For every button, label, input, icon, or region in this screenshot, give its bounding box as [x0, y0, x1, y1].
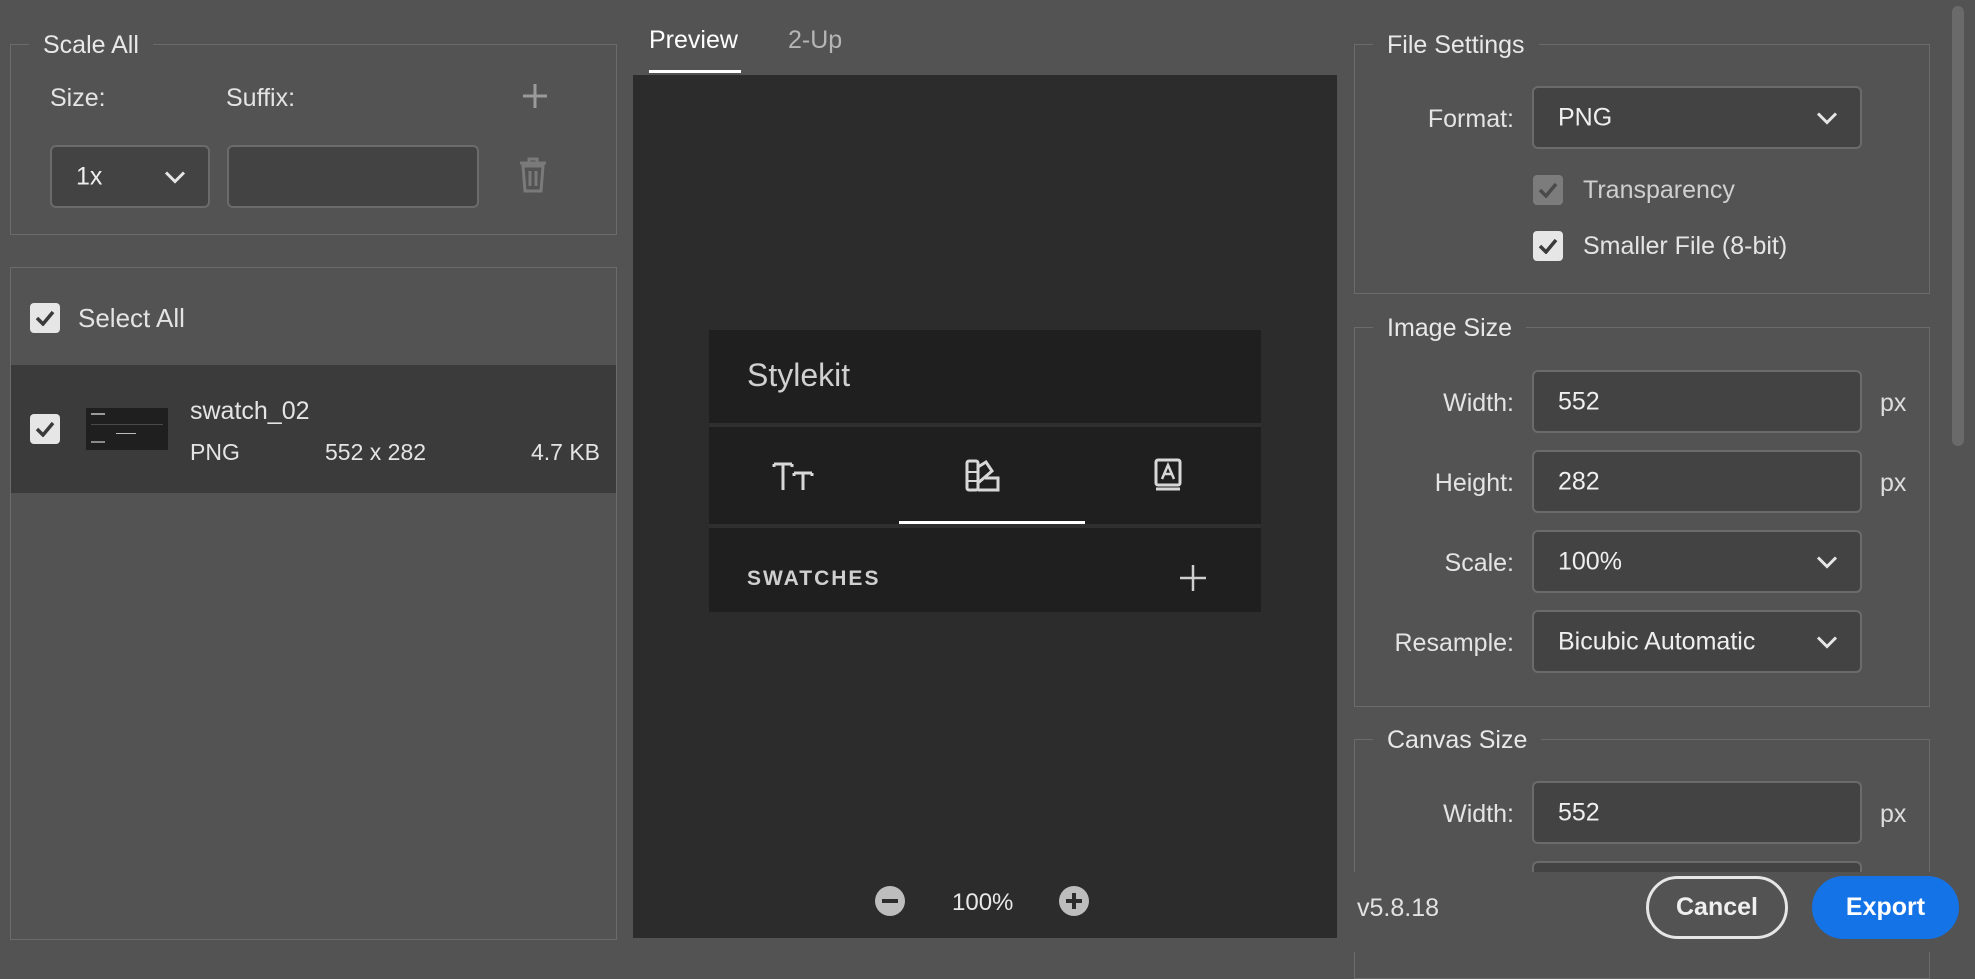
- export-button[interactable]: Export: [1812, 876, 1959, 939]
- size-label: Size:: [50, 84, 106, 112]
- canvas-width-input[interactable]: 552: [1532, 781, 1862, 844]
- transparency-checkbox[interactable]: [1533, 175, 1563, 205]
- size-dropdown[interactable]: 1x: [50, 145, 210, 208]
- scale-dropdown[interactable]: 100%: [1532, 530, 1862, 593]
- image-width-label: Width:: [1443, 389, 1514, 417]
- asset-dimensions: 552 x 282: [325, 439, 427, 465]
- canvas-width-unit: px: [1880, 800, 1907, 828]
- image-height-input[interactable]: 282: [1532, 450, 1862, 513]
- canvas-width-label: Width:: [1443, 800, 1514, 828]
- active-tab-indicator: [649, 70, 741, 73]
- select-all-checkbox[interactable]: [30, 303, 60, 333]
- chevron-down-icon: [1816, 103, 1838, 132]
- tab-preview[interactable]: Preview: [649, 26, 738, 55]
- canvas-size-legend: Canvas Size: [1373, 726, 1542, 755]
- format-dropdown[interactable]: PNG: [1532, 86, 1862, 149]
- asset-file-size: 4.7 KB: [530, 439, 600, 465]
- trash-icon[interactable]: [518, 157, 548, 198]
- suffix-input[interactable]: [227, 145, 479, 208]
- zoom-in-icon[interactable]: [1058, 885, 1090, 922]
- image-height-label: Height:: [1434, 469, 1514, 497]
- chevron-down-icon: [1816, 627, 1838, 656]
- image-width-input[interactable]: 552: [1532, 370, 1862, 433]
- color-swatches-icon: [965, 459, 1001, 498]
- swatches-section-label: SWATCHES: [747, 567, 881, 590]
- file-settings-legend: File Settings: [1373, 31, 1539, 60]
- smaller-file-label: Smaller File (8-bit): [1583, 232, 1788, 260]
- zoom-out-icon[interactable]: [874, 885, 906, 922]
- format-label: Format:: [1427, 105, 1514, 133]
- text-styles-icon: [772, 460, 814, 497]
- stylekit-tabs: [709, 427, 1261, 525]
- image-height-unit: px: [1880, 469, 1907, 497]
- resample-label: Resample:: [1394, 629, 1515, 657]
- transparency-label: Transparency: [1583, 176, 1735, 204]
- add-scale-icon[interactable]: [521, 82, 549, 115]
- image-width-unit: px: [1880, 389, 1907, 417]
- suffix-label: Suffix:: [226, 84, 296, 112]
- components-icon: [1153, 458, 1183, 497]
- size-value: 1x: [76, 162, 103, 190]
- tab-2-up[interactable]: 2-Up: [788, 26, 842, 55]
- zoom-level: 100%: [952, 889, 1014, 916]
- asset-name: swatch_02: [190, 397, 310, 425]
- stylekit-title: Stylekit: [747, 357, 851, 393]
- scale-value: 100%: [1558, 547, 1622, 575]
- asset-row[interactable]: swatch_02 PNG 552 x 282 4.7 KB: [11, 365, 616, 493]
- add-swatch-icon: [1179, 564, 1207, 597]
- scale-all-legend: Scale All: [29, 31, 153, 60]
- preview-canvas[interactable]: Stylekit SWATCHES 100%: [633, 75, 1337, 938]
- asset-format: PNG: [190, 439, 240, 465]
- version-label: v5.8.18: [1357, 894, 1440, 922]
- select-all-label: Select All: [78, 303, 185, 333]
- scale-label: Scale:: [1444, 549, 1514, 577]
- format-value: PNG: [1558, 103, 1613, 131]
- chevron-down-icon: [164, 162, 186, 191]
- stylekit-header: Stylekit: [709, 330, 1261, 423]
- cancel-button[interactable]: Cancel: [1646, 876, 1788, 939]
- image-size-legend: Image Size: [1373, 314, 1527, 343]
- preview-artwork: Stylekit SWATCHES: [709, 330, 1261, 612]
- asset-checkbox[interactable]: [30, 414, 60, 444]
- resample-value: Bicubic Automatic: [1558, 627, 1756, 655]
- resample-dropdown[interactable]: Bicubic Automatic: [1532, 610, 1862, 673]
- asset-thumbnail: [86, 408, 168, 450]
- chevron-down-icon: [1816, 547, 1838, 576]
- settings-scrollbar[interactable]: [1952, 6, 1964, 446]
- smaller-file-checkbox[interactable]: [1533, 231, 1563, 261]
